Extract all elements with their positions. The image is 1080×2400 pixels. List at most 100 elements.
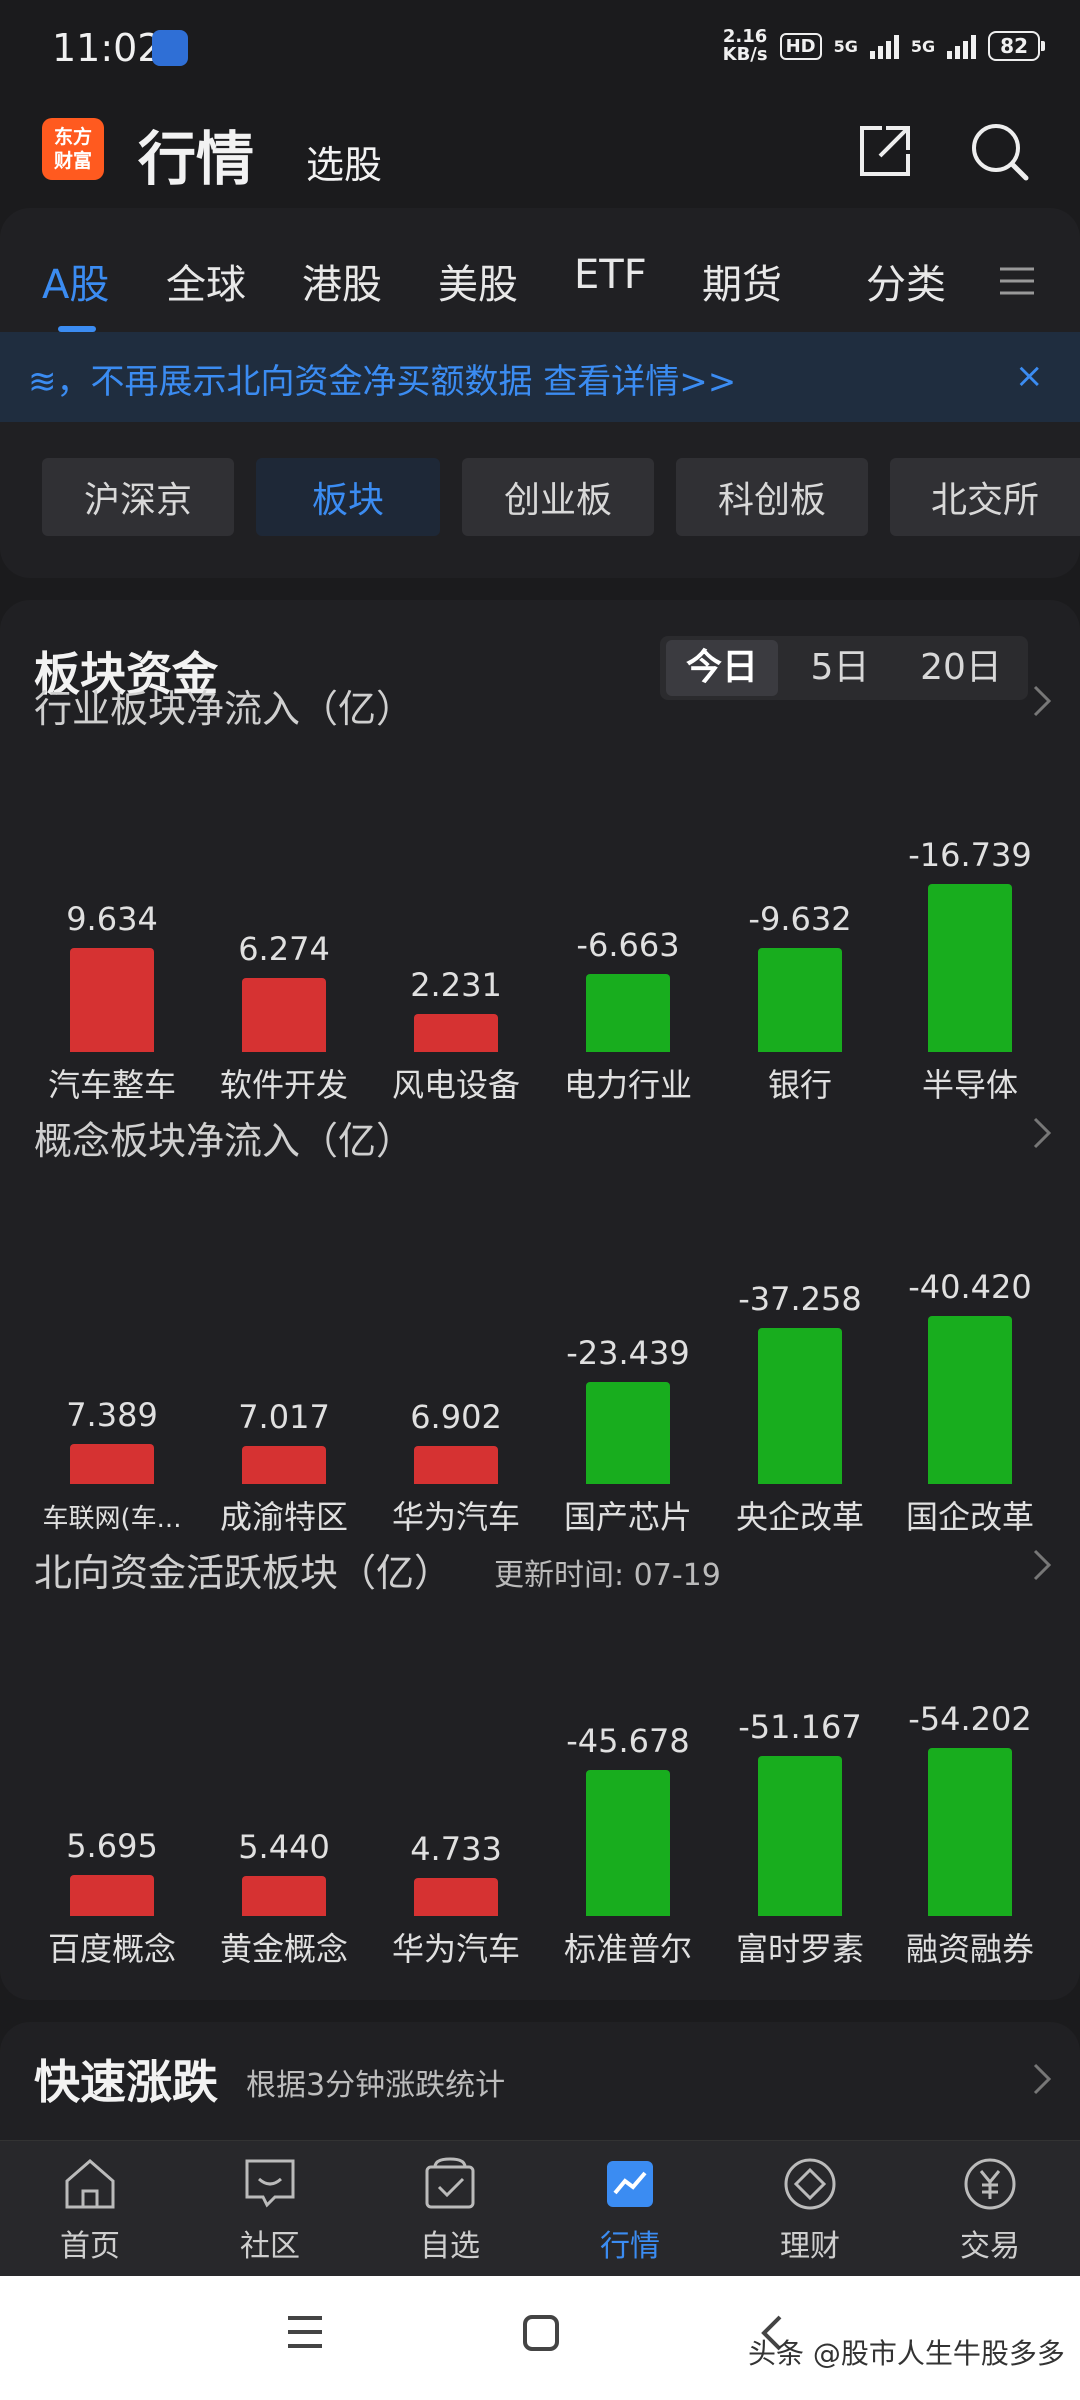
chart-bar[interactable] <box>758 1755 842 1916</box>
bar-category-label[interactable]: 汽车整车 <box>26 1060 198 1106</box>
nav-wealth[interactable]: 理财 <box>720 2155 900 2265</box>
section-title[interactable]: 北向资金活跃板块（亿） <box>34 1542 452 1597</box>
chart-bar[interactable] <box>758 1328 842 1484</box>
bar-value-label: 9.634 <box>66 899 158 938</box>
chevron-right-icon[interactable] <box>1032 2062 1052 2096</box>
bar-value-label: 7.017 <box>238 1397 330 1436</box>
app-header: 东方 财富 行情 选股 <box>0 100 1080 210</box>
bar-value-label: 7.389 <box>66 1396 158 1435</box>
page-title[interactable]: 行情 <box>138 112 254 196</box>
chart-bar[interactable] <box>414 1014 498 1052</box>
bar-category-label[interactable]: 华为汽车 <box>370 1492 542 1538</box>
bar-category-label[interactable]: 黄金概念 <box>198 1924 370 1970</box>
chart-bar[interactable] <box>586 1381 670 1484</box>
board-filter-chips: 沪深京 板块 创业板 科创板 北交所 <box>0 458 1080 538</box>
close-icon[interactable]: × <box>1015 356 1044 396</box>
chevron-right-icon[interactable] <box>1032 684 1052 718</box>
net-speed: 2.16 KB/s <box>722 26 768 65</box>
stock-picker-tab[interactable]: 选股 <box>306 134 382 189</box>
chip-sector[interactable]: 板块 <box>256 458 440 536</box>
menu-icon[interactable] <box>1000 266 1034 296</box>
chart-bar[interactable] <box>242 1876 326 1916</box>
bar-category-label[interactable]: 富时罗素 <box>714 1924 886 1970</box>
signal2-icon <box>947 33 977 59</box>
home-button-icon[interactable] <box>522 2314 560 2352</box>
bar-category-label[interactable]: 百度概念 <box>26 1924 198 1970</box>
trade-icon <box>964 2158 1016 2210</box>
tab-global[interactable]: 全球 <box>166 252 246 310</box>
chip-bse[interactable]: 北交所 <box>890 458 1080 536</box>
app-logo[interactable]: 东方 财富 <box>42 118 104 180</box>
chip-star[interactable]: 科创板 <box>676 458 868 536</box>
market-icon <box>607 2161 653 2207</box>
nav-watchlist[interactable]: 自选 <box>360 2155 540 2265</box>
bar-category-label[interactable]: 车联网(车... <box>26 1498 198 1535</box>
share-icon[interactable] <box>856 122 914 180</box>
period-selector: 今日 5日 20日 <box>660 636 1028 700</box>
recents-icon[interactable] <box>286 2314 324 2350</box>
chevron-right-icon[interactable] <box>1032 1116 1052 1150</box>
bar-category-label[interactable]: 软件开发 <box>198 1060 370 1106</box>
chip-shsz[interactable]: 沪深京 <box>42 458 234 536</box>
chart-bar[interactable] <box>70 947 154 1052</box>
tab-hk[interactable]: 港股 <box>302 252 382 310</box>
period-20d[interactable]: 20日 <box>900 640 1022 696</box>
chevron-right-icon[interactable] <box>1032 1548 1052 1582</box>
nav-home[interactable]: 首页 <box>0 2155 180 2265</box>
chart-bar[interactable] <box>414 1446 498 1484</box>
tab-futures[interactable]: 期货 <box>702 252 782 310</box>
community-icon <box>245 2159 295 2208</box>
period-5d[interactable]: 5日 <box>784 640 896 696</box>
period-today[interactable]: 今日 <box>666 640 778 696</box>
bar-category-label[interactable]: 华为汽车 <box>370 1924 542 1970</box>
chart-bar[interactable] <box>70 1444 154 1484</box>
tab-etf[interactable]: ETF <box>574 252 647 298</box>
quick-change-section[interactable]: 快速涨跌 根据3分钟涨跌统计 <box>0 2022 1080 2142</box>
chart-bar[interactable] <box>70 1875 154 1916</box>
section-title[interactable]: 行业板块净流入（亿） <box>34 678 414 733</box>
bar-value-label: -45.678 <box>566 1722 690 1761</box>
bar-category-label[interactable]: 融资融券 <box>884 1924 1056 1970</box>
nav-market[interactable]: 行情 <box>540 2155 720 2265</box>
system-nav-bar: 头条 @股市人生牛股多多 <box>0 2276 1080 2400</box>
tab-a-shares[interactable]: A股 <box>42 252 109 310</box>
chart-bar[interactable] <box>414 1878 498 1916</box>
nav-trade[interactable]: 交易 <box>900 2155 1080 2265</box>
chart-bar[interactable] <box>928 1748 1012 1916</box>
bar-category-label[interactable]: 国企改革 <box>884 1492 1056 1538</box>
chart-bar[interactable] <box>928 884 1012 1052</box>
notice-text[interactable]: ≋，不再展示北向资金净买额数据 查看详情>> <box>28 354 736 403</box>
bar-category-label[interactable]: 成渝特区 <box>198 1492 370 1538</box>
chart-bar[interactable] <box>758 947 842 1052</box>
bar-category-label[interactable]: 风电设备 <box>370 1060 542 1106</box>
wealth-icon <box>784 2158 836 2210</box>
chart-bar[interactable] <box>586 1770 670 1916</box>
notice-banner[interactable]: ≋，不再展示北向资金净买额数据 查看详情>> × <box>0 332 1080 422</box>
section-title[interactable]: 概念板块净流入（亿） <box>34 1110 414 1165</box>
chart-bar[interactable] <box>242 1445 326 1484</box>
bar-category-label[interactable]: 银行 <box>714 1060 886 1106</box>
bar-category-label[interactable]: 央企改革 <box>714 1492 886 1538</box>
update-time: 更新时间: 07-19 <box>494 1558 721 1593</box>
chip-chinext[interactable]: 创业板 <box>462 458 654 536</box>
chart-bar[interactable] <box>928 1316 1012 1484</box>
chart-bar[interactable] <box>242 977 326 1052</box>
bar-value-label: -37.258 <box>738 1280 862 1319</box>
hd-icon: HD <box>779 32 822 60</box>
status-time: 11:02 <box>52 26 162 70</box>
tab-category[interactable]: 分类 <box>866 252 946 310</box>
bar-value-label: -6.663 <box>576 926 680 965</box>
bar-category-label[interactable]: 标准普尔 <box>542 1924 714 1970</box>
watchlist-icon <box>425 2157 475 2209</box>
bar-value-label: -40.420 <box>908 1268 1032 1306</box>
bar-category-label[interactable]: 电力行业 <box>542 1060 714 1106</box>
sim2-label: 5G <box>910 36 936 56</box>
bar-category-label[interactable]: 国产芯片 <box>542 1492 714 1538</box>
bar-category-label[interactable]: 半导体 <box>884 1060 1056 1106</box>
tab-us[interactable]: 美股 <box>438 252 518 310</box>
chart-bar[interactable] <box>586 974 670 1052</box>
search-icon[interactable] <box>968 120 1030 182</box>
sector-fund-card: 板块资金 今日 5日 20日 行业板块净流入（亿） 9.634 汽车整车 6.274 软… <box>0 600 1080 2000</box>
watermark: 头条 @股市人生牛股多多 <box>748 2337 1065 2370</box>
nav-community[interactable]: 社区 <box>180 2155 360 2265</box>
